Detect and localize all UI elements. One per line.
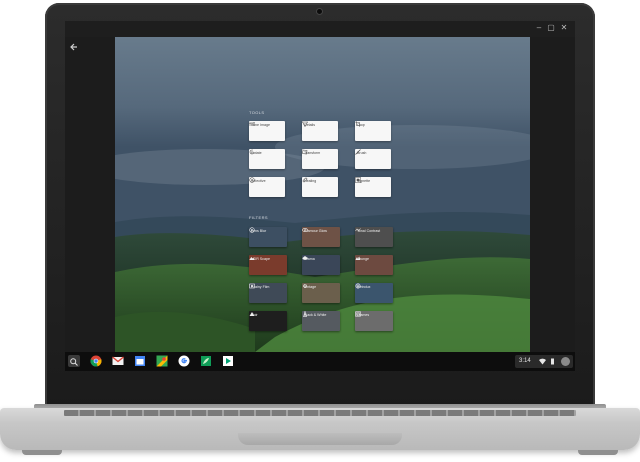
avatar — [561, 357, 570, 366]
filter-vintage[interactable]: Vintage — [302, 283, 340, 303]
keyboard-edge — [64, 410, 576, 416]
chrome-icon[interactable] — [90, 355, 102, 367]
details-triangle-icon — [302, 121, 308, 127]
vignette-icon — [355, 177, 361, 183]
gear-icon — [302, 283, 308, 289]
contrast-icon — [355, 228, 361, 232]
crop-icon — [355, 121, 361, 127]
frame-icon — [355, 311, 361, 317]
filter-hdr-scape[interactable]: HDR Scape — [249, 255, 287, 275]
tool-healing[interactable]: Healing — [302, 177, 338, 197]
filter-grainy-film[interactable]: Grainy Film — [249, 283, 287, 303]
battery-icon — [551, 358, 554, 365]
tool-vignette[interactable]: Vignette — [355, 177, 391, 197]
grunge-icon — [355, 256, 361, 260]
retrolux-icon — [355, 283, 361, 289]
maps-icon[interactable] — [156, 355, 168, 367]
tower-icon — [303, 311, 307, 317]
filter-noir[interactable]: Noir — [249, 311, 287, 331]
filter-black-and-white[interactable]: Black & White — [302, 311, 340, 331]
tool-brush[interactable]: Brush — [355, 149, 391, 169]
filters-section-title: FILTERS — [249, 215, 268, 220]
maximize-icon[interactable]: ▢ — [547, 24, 555, 32]
mountain-icon — [249, 257, 255, 260]
healing-bandage-icon — [302, 177, 308, 183]
filter-frames[interactable]: Frames — [355, 311, 393, 331]
filter-drama[interactable]: Drama — [302, 255, 340, 275]
laptop-foot-right — [578, 450, 618, 455]
photo-canvas: TOOLS Tune Image Details Crop Rotate Tra… — [115, 37, 530, 352]
tools-section-title: TOOLS — [249, 110, 265, 115]
filter-lens-blur[interactable]: Lens Blur — [249, 227, 287, 247]
cloud-icon — [302, 256, 308, 260]
gmail-icon[interactable] — [112, 355, 124, 367]
glow-icon — [302, 228, 308, 232]
system-tray[interactable]: 3:14 — [515, 355, 573, 368]
search-icon — [70, 358, 78, 366]
os-shelf: 3:14 — [65, 352, 575, 371]
snapseed-icon[interactable] — [200, 355, 212, 367]
film-icon — [249, 283, 255, 289]
calendar-icon[interactable] — [134, 355, 146, 367]
google-icon[interactable] — [178, 355, 190, 367]
left-panel — [65, 37, 115, 352]
rotate-icon — [249, 149, 255, 155]
filter-glamour-glow[interactable]: Glamour Glow — [302, 227, 340, 247]
webcam — [317, 9, 322, 14]
minimize-icon[interactable]: – — [535, 24, 543, 32]
transform-icon — [302, 149, 308, 155]
clock: 3:14 — [519, 358, 531, 364]
filter-grunge[interactable]: Grunge — [355, 255, 393, 275]
tool-selective[interactable]: Selective — [249, 177, 285, 197]
back-arrow-icon[interactable] — [69, 42, 79, 52]
laptop-lid: – ▢ ✕ TOOLS Tune Image Details Crop Rota… — [45, 3, 595, 410]
tool-tune-image[interactable]: Tune Image — [249, 121, 285, 141]
tool-details[interactable]: Details — [302, 121, 338, 141]
launcher-button[interactable] — [68, 355, 80, 367]
lid-notch — [238, 433, 402, 445]
right-panel — [530, 37, 575, 352]
brush-icon — [355, 149, 361, 155]
window-titlebar: – ▢ ✕ — [65, 21, 575, 37]
filter-retrolux[interactable]: Retrolux — [355, 283, 393, 303]
play-store-icon[interactable] — [222, 355, 234, 367]
tool-crop[interactable]: Crop — [355, 121, 391, 141]
filter-tonal-contrast[interactable]: Tonal Contrast — [355, 227, 393, 247]
selective-target-icon — [249, 177, 255, 183]
laptop-foot-left — [22, 450, 62, 455]
lens-blur-icon — [249, 227, 255, 233]
tune-icon — [249, 122, 255, 126]
tool-transform[interactable]: Transform — [302, 149, 338, 169]
wifi-icon — [539, 358, 546, 365]
close-icon[interactable]: ✕ — [560, 24, 568, 32]
screen: – ▢ ✕ TOOLS Tune Image Details Crop Rota… — [65, 21, 575, 371]
tool-rotate[interactable]: Rotate — [249, 149, 285, 169]
noir-icon — [249, 312, 255, 316]
